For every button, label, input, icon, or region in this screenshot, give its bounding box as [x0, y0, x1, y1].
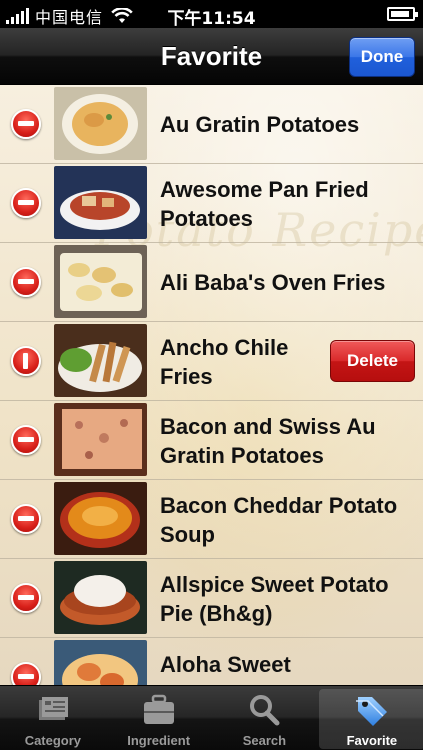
done-button[interactable]: Done: [349, 37, 415, 77]
recipe-thumbnail: [54, 561, 147, 634]
delete-toggle-icon[interactable]: [11, 583, 41, 613]
recipe-title: Bacon and Swiss Au Gratin Potatoes: [160, 413, 376, 468]
delete-toggle-icon[interactable]: [11, 109, 41, 139]
tab-label: Ingredient: [127, 733, 191, 748]
recipe-title: Bacon Cheddar Potato Soup: [160, 492, 398, 547]
list-item[interactable]: Bacon and Swiss Au Gratin Potatoes: [0, 401, 423, 480]
status-bar: 中国电信 下午11:54: [0, 0, 423, 29]
delete-toggle-icon[interactable]: [11, 267, 41, 297]
battery-icon: [387, 7, 418, 21]
recipe-thumbnail: [54, 403, 147, 476]
delete-toggle-icon[interactable]: [11, 425, 41, 455]
delete-toggle-icon[interactable]: [11, 188, 41, 218]
recipe-thumbnail: [54, 640, 147, 685]
tab-category[interactable]: Category: [0, 686, 106, 750]
recipe-title: Awesome Pan Fried Potatoes: [160, 176, 369, 231]
list-item[interactable]: Aloha Sweet: [0, 638, 423, 685]
tab-ingredient[interactable]: Ingredient: [106, 686, 212, 750]
app-screen: 中国电信 下午11:54 Favorite Done Potato Recipe…: [0, 0, 423, 750]
list-item[interactable]: Ancho Chile Fries Delete: [0, 322, 423, 401]
tab-label: Search: [242, 733, 287, 748]
recipe-title: Allspice Sweet Potato Pie (Bh&g): [160, 571, 389, 626]
recipe-title: Ancho Chile Fries: [160, 334, 289, 389]
list-item[interactable]: Bacon Cheddar Potato Soup: [0, 480, 423, 559]
list-item[interactable]: Au Gratin Potatoes: [0, 85, 423, 164]
recipe-thumbnail: [54, 245, 147, 318]
recipe-thumbnail: [54, 324, 147, 397]
list-item[interactable]: Ali Baba's Oven Fries: [0, 243, 423, 322]
ingredient-icon: [143, 694, 174, 724]
favorite-tag-icon: [355, 697, 387, 726]
recipe-thumbnail: [54, 482, 147, 555]
delete-button[interactable]: Delete: [330, 340, 415, 382]
tab-favorite[interactable]: Favorite: [319, 689, 423, 749]
category-icon: [38, 697, 68, 720]
list-item[interactable]: Allspice Sweet Potato Pie (Bh&g): [0, 559, 423, 638]
list-item[interactable]: Awesome Pan Fried Potatoes: [0, 164, 423, 243]
tab-search[interactable]: Search: [212, 686, 318, 750]
recipe-title: Au Gratin Potatoes: [160, 112, 360, 137]
favorite-list[interactable]: Potato Recipes Au Gratin Potatoes Aweso: [0, 85, 423, 685]
tab-bar: Category Ingredient Search Favorite: [0, 685, 423, 750]
recipe-title: Aloha Sweet: [160, 652, 291, 677]
status-time: 下午11:54: [167, 9, 256, 29]
delete-toggle-icon[interactable]: [11, 662, 41, 685]
tab-label: Category: [24, 733, 82, 748]
search-icon: [250, 695, 280, 726]
navigation-bar: Favorite Done: [0, 28, 423, 85]
tab-label: Favorite: [346, 733, 398, 748]
recipe-thumbnail: [54, 166, 147, 239]
recipe-title: Ali Baba's Oven Fries: [160, 270, 386, 295]
delete-toggle-icon[interactable]: [11, 346, 41, 376]
delete-toggle-icon[interactable]: [11, 504, 41, 534]
recipe-thumbnail: [54, 87, 147, 160]
